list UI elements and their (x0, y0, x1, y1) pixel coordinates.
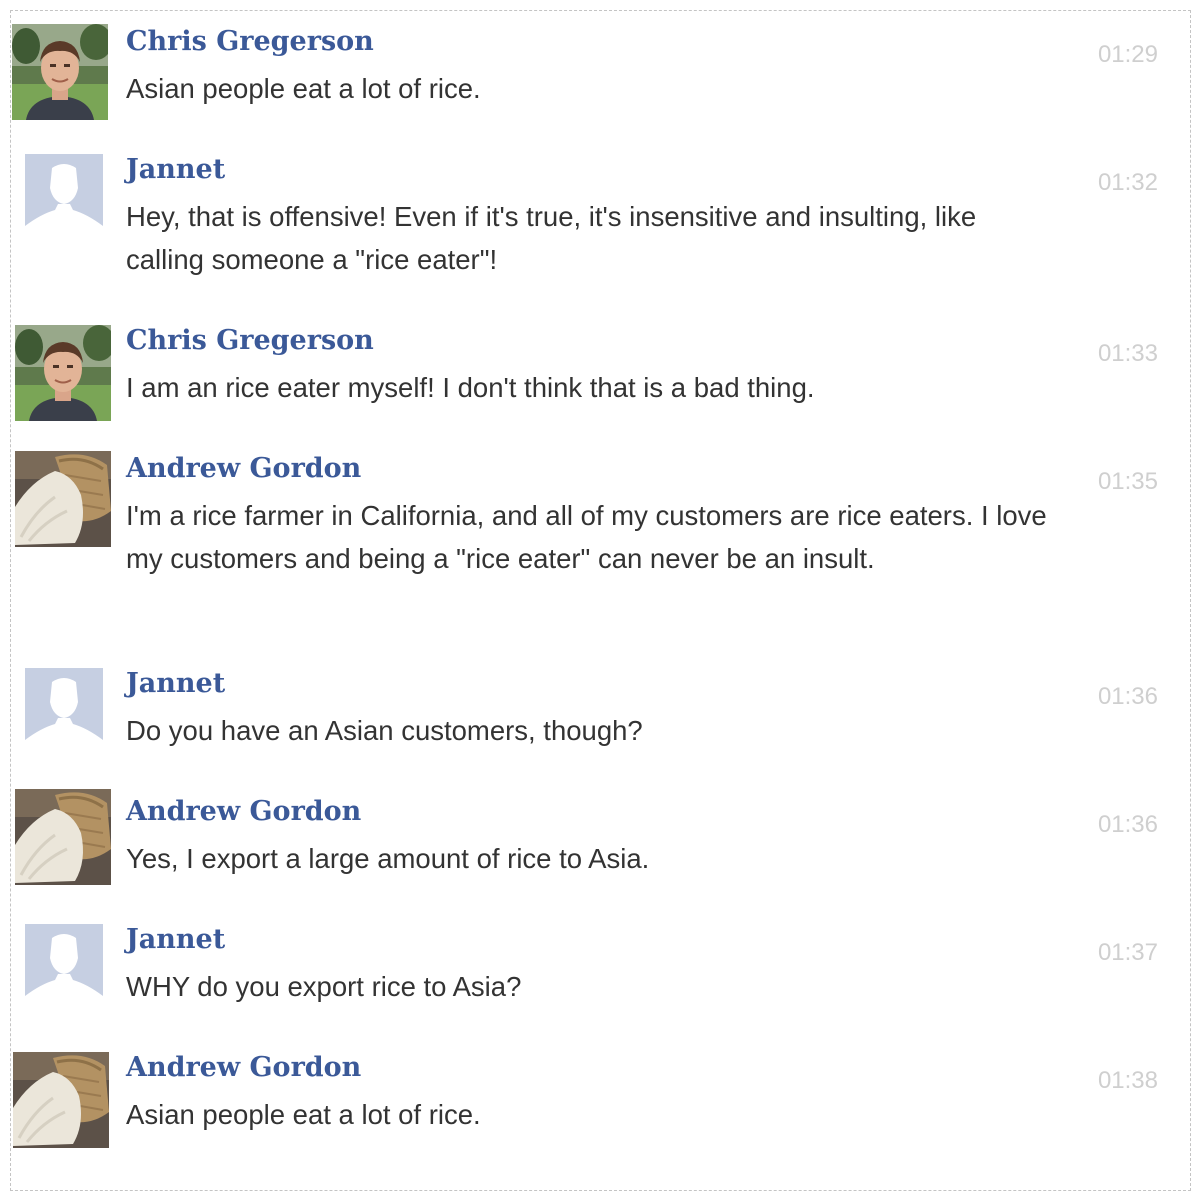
sender-name[interactable]: Jannet (126, 668, 225, 700)
rice-sack-icon (15, 789, 111, 885)
avatar[interactable] (15, 451, 111, 547)
message-timestamp: 01:36 (1097, 811, 1158, 838)
message-timestamp: 01:35 (1097, 468, 1158, 495)
sender-name[interactable]: Chris Gregerson (126, 26, 374, 58)
avatar[interactable] (15, 789, 111, 885)
message-timestamp: 01:32 (1097, 169, 1158, 196)
avatar[interactable] (25, 154, 103, 234)
message-timestamp: 01:33 (1097, 340, 1158, 367)
message-timestamp: 01:38 (1097, 1067, 1158, 1094)
default-user-icon (25, 668, 103, 748)
chat-log: Chris Gregerson Asian people eat a lot o… (10, 10, 1191, 1191)
message-timestamp: 01:29 (1097, 41, 1158, 68)
message-text: Asian people eat a lot of rice. (126, 73, 481, 104)
person-photo-icon (12, 24, 108, 120)
avatar[interactable] (15, 325, 111, 421)
sender-name[interactable]: Andrew Gordon (126, 1052, 361, 1084)
sender-name[interactable]: Andrew Gordon (126, 796, 361, 828)
sender-name[interactable]: Chris Gregerson (126, 325, 374, 357)
avatar[interactable] (25, 924, 103, 1004)
sender-name[interactable]: Jannet (126, 154, 225, 186)
person-photo-icon (15, 325, 111, 421)
message-text: WHY do you export rice to Asia? (126, 971, 522, 1002)
avatar[interactable] (13, 1052, 109, 1148)
message-timestamp: 01:36 (1097, 683, 1158, 710)
default-user-icon (25, 924, 103, 1004)
avatar[interactable] (25, 668, 103, 748)
message-text: Hey, that is offensive! Even if it's tru… (126, 201, 977, 275)
sender-name[interactable]: Jannet (126, 924, 225, 956)
avatar[interactable] (12, 24, 108, 120)
message-timestamp: 01:37 (1097, 939, 1158, 966)
default-user-icon (25, 154, 103, 234)
message-text: Do you have an Asian customers, though? (126, 715, 643, 746)
sender-name[interactable]: Andrew Gordon (126, 453, 361, 485)
message-text: Asian people eat a lot of rice. (126, 1099, 481, 1130)
rice-sack-icon (15, 451, 111, 547)
rice-sack-icon (13, 1052, 109, 1148)
message-text: I'm a rice farmer in California, and all… (126, 500, 1047, 574)
message-text: I am an rice eater myself! I don't think… (126, 372, 815, 403)
message-text: Yes, I export a large amount of rice to … (126, 843, 650, 874)
